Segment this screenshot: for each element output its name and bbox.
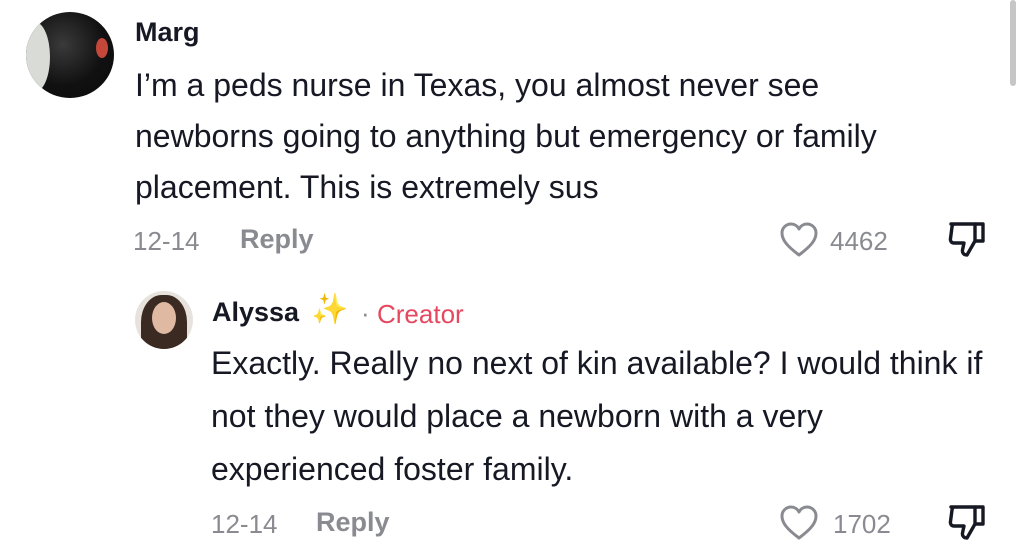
avatar-face <box>152 302 176 334</box>
sparkles-icon: ✨ <box>311 293 349 326</box>
scrollbar-thumb[interactable] <box>1010 0 1016 86</box>
avatar[interactable] <box>135 291 193 349</box>
comment-text: I’m a peds nurse in Texas, you almost ne… <box>135 67 877 205</box>
heart-outline-icon[interactable] <box>779 221 819 259</box>
heart-outline-icon[interactable] <box>779 504 819 542</box>
separator-dot: · <box>361 298 370 328</box>
thumbs-down-outline-icon[interactable] <box>945 502 989 542</box>
reply-text: Exactly. Really no next of kin available… <box>211 345 983 487</box>
like-count: 1702 <box>833 509 891 539</box>
avatar[interactable] <box>26 12 114 98</box>
like-count: 4462 <box>830 226 888 256</box>
comment-date: 12-14 <box>133 226 200 256</box>
reply-date: 12-14 <box>211 509 278 539</box>
reply-username[interactable]: Alyssa <box>212 297 299 328</box>
reply-button[interactable]: Reply <box>240 224 314 255</box>
reply-button[interactable]: Reply <box>316 507 390 538</box>
thumbs-down-outline-icon[interactable] <box>945 219 989 259</box>
comments-panel: Marg I’m a peds nurse in Texas, you almo… <box>0 0 1024 560</box>
comment-username[interactable]: Marg <box>135 17 200 48</box>
creator-badge: Creator <box>377 299 464 329</box>
